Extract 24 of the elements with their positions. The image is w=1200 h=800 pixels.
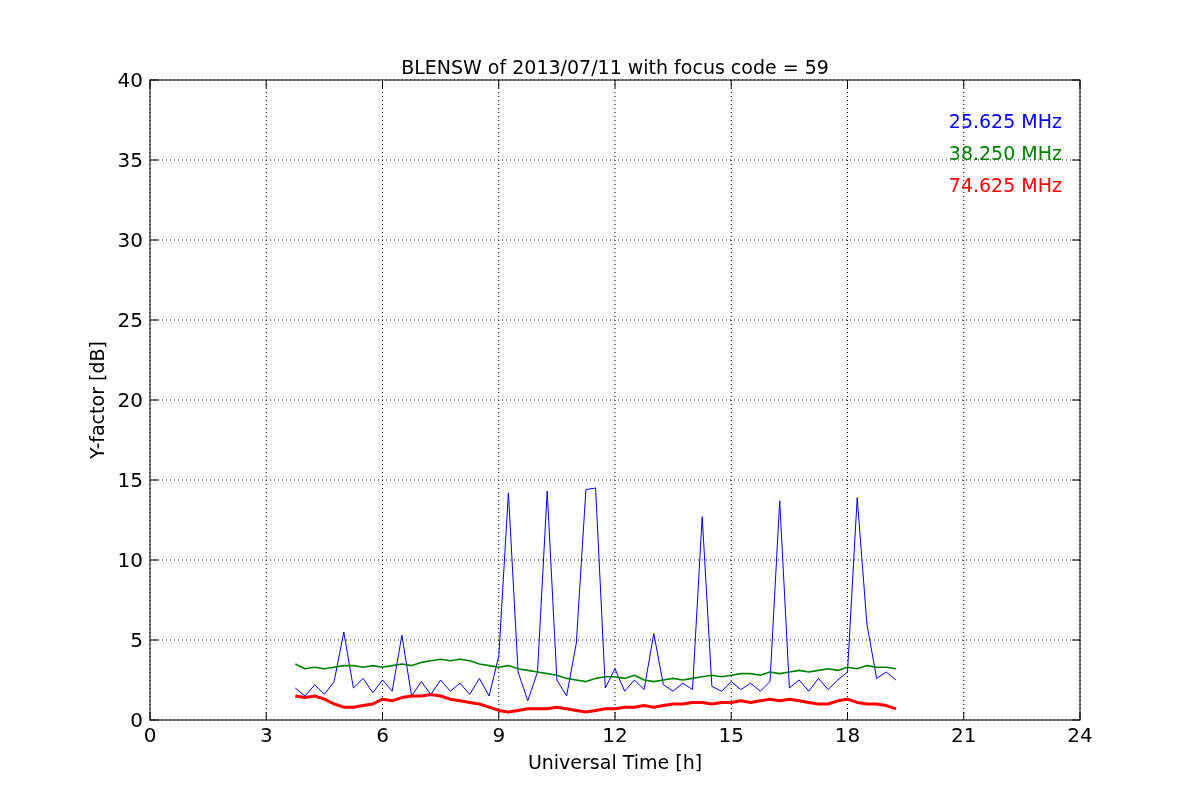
x-tick-label: 15 [718,723,744,747]
x-tick-label: 6 [376,723,389,747]
y-tick-label: 20 [117,388,143,412]
x-tick-label: 0 [143,723,157,747]
y-tick-label: 0 [130,708,143,732]
y-tick-label: 25 [117,308,143,332]
x-axis-label: Universal Time [h] [527,751,703,773]
x-tick-label: 24 [1067,723,1093,747]
chart-title: BLENSW of 2013/07/11 with focus code = 59 [401,56,829,78]
y-tick-label: 40 [117,68,143,92]
legend-label: 25.625 MHz [948,110,1062,132]
x-tick-label: 12 [602,723,628,747]
x-tick-label: 9 [492,723,506,747]
legend-label: 74.625 MHz [948,174,1062,196]
x-tick-label: 18 [834,723,861,747]
y-tick-label: 35 [117,148,143,172]
y-tick-label: 10 [117,548,143,572]
legend-label: 38.250 MHz [948,142,1062,164]
y-axis-label: Y-factor [dB] [86,341,108,459]
y-tick-label: 30 [117,228,143,252]
x-tick-label: 3 [259,723,273,747]
y-tick-label: 15 [117,468,143,492]
y-tick-label: 5 [130,628,143,652]
x-tick-label: 21 [951,723,977,747]
